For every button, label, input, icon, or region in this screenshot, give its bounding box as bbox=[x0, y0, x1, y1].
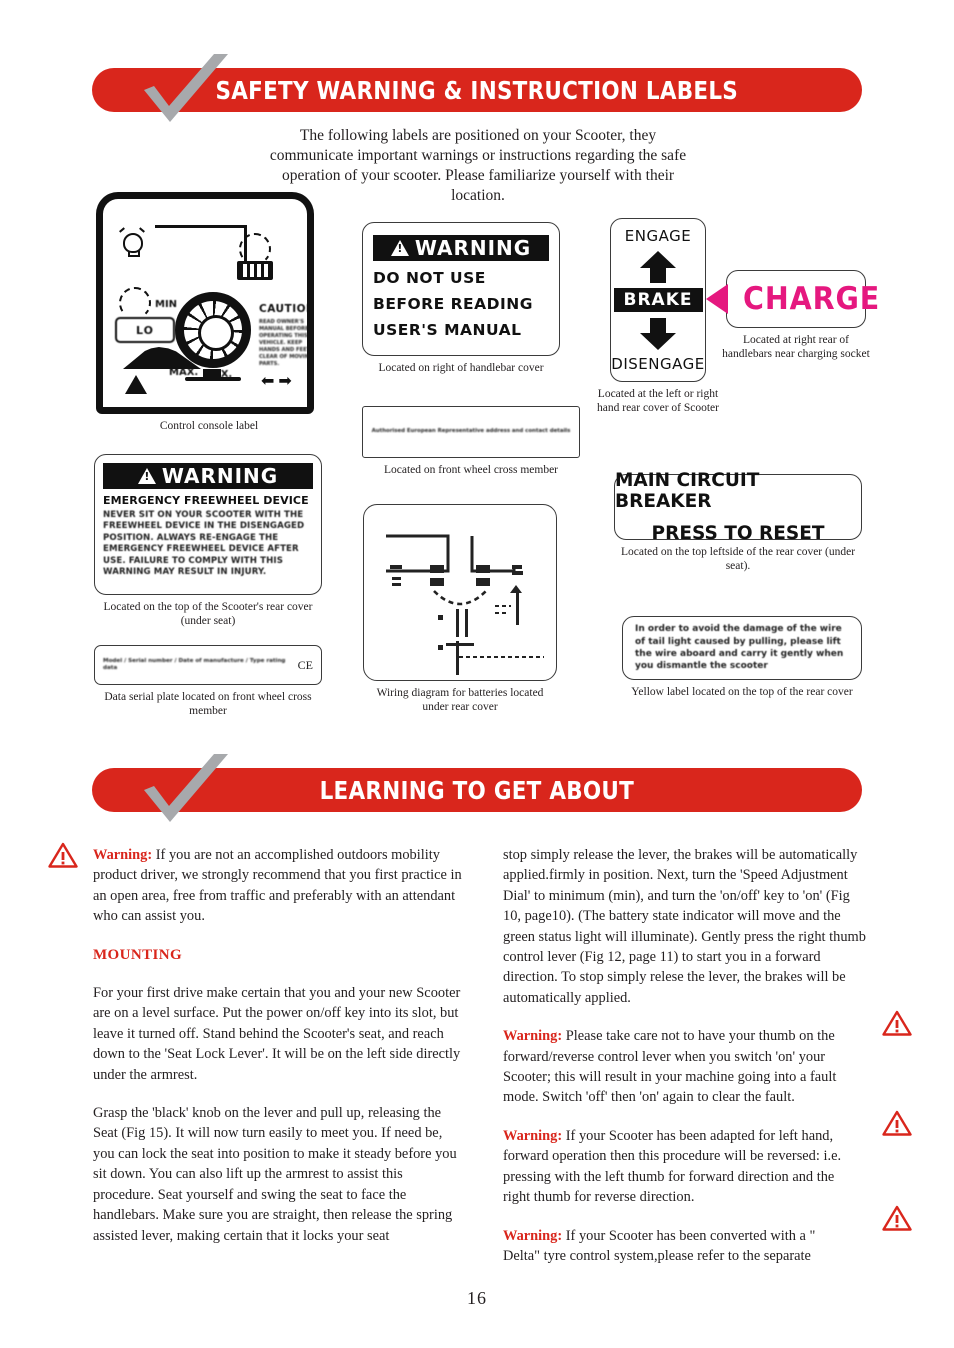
warning-triangle-icon bbox=[137, 468, 156, 484]
left-arrow-icon bbox=[705, 284, 728, 314]
arrow-down-icon bbox=[640, 317, 676, 350]
tail-light-text: In order to avoid the damage of the wire… bbox=[635, 624, 844, 672]
section-banner-learning: LEARNING TO GET ABOUT bbox=[92, 768, 862, 812]
warning-label: Warning: bbox=[93, 847, 153, 863]
warning-label: Warning: bbox=[503, 1028, 563, 1045]
arrow-up-icon bbox=[640, 250, 676, 283]
label-do-not-use: WARNING DO NOT USE BEFORE READING USER'S… bbox=[362, 222, 560, 356]
section-banner-safety: SAFETY WARNING & INSTRUCTION LABELS bbox=[92, 68, 862, 112]
warning-header-bar: WARNING bbox=[373, 235, 549, 261]
freewheel-warning-header-text: WARNING bbox=[161, 464, 279, 488]
left-paragraph-1: For your first drive make certain that y… bbox=[93, 985, 461, 1083]
figure-tail-light: In order to avoid the damage of the wire… bbox=[622, 616, 862, 699]
caution-title: CAUTION bbox=[259, 303, 314, 315]
do-not-use-line-1: DO NOT USE bbox=[373, 269, 486, 287]
page-number: 16 bbox=[467, 1288, 487, 1308]
battery-icon bbox=[237, 261, 273, 280]
bulb-icon bbox=[123, 233, 143, 257]
left-right-arrows-icon: ⬅➡ bbox=[261, 371, 296, 390]
engage-text: ENGAGE bbox=[624, 227, 692, 245]
alert-triangle-icon bbox=[882, 1205, 912, 1231]
warning-label: Warning: bbox=[503, 1227, 563, 1244]
front-cross-member-text: Authorised European Representative addre… bbox=[371, 428, 571, 435]
right-warning-1: Warning: Please take care not to have yo… bbox=[503, 1026, 843, 1108]
label-front-cross-member: Authorised European Representative addre… bbox=[362, 406, 580, 458]
circuit-breaker-line-1: MAIN CIRCUIT BREAKER bbox=[615, 470, 760, 512]
freewheel-title: EMERGENCY FREEWHEEL DEVICE bbox=[103, 494, 309, 507]
right-warning-3: Warning: If your Scooter has been conver… bbox=[503, 1226, 843, 1267]
warning-triangle-icon bbox=[390, 240, 409, 256]
warning-header-text: WARNING bbox=[414, 236, 532, 260]
speed-dial-graphic bbox=[175, 292, 251, 368]
control-console-artwork: LO MIN MAX. MAX. CAUTION READ OWNER'S MA… bbox=[96, 192, 314, 414]
do-not-use-line-3: USER'S MANUAL bbox=[373, 321, 522, 339]
label-engage-brake: ENGAGE BRAKE DISENGAGE bbox=[610, 218, 706, 382]
left-column: Warning: If you are not an accomplished … bbox=[93, 845, 465, 1264]
label-charge: CHARGE bbox=[705, 270, 879, 328]
label-wiring-diagram bbox=[363, 504, 557, 681]
caption-data-plate: Data serial plate located on front wheel… bbox=[104, 691, 312, 717]
do-not-use-line-2: BEFORE READING bbox=[373, 295, 533, 313]
caption-do-not-use: Located on right of handlebar cover bbox=[378, 362, 544, 374]
charge-text: CHARGE bbox=[742, 281, 881, 317]
freewheel-warning-header-bar: WARNING bbox=[103, 463, 313, 489]
right-column: stop simply release the lever, the brake… bbox=[503, 845, 870, 1284]
section-title-safety: SAFETY WARNING & INSTRUCTION LABELS bbox=[215, 75, 739, 105]
freewheel-body: NEVER SIT ON YOUR SCOOTER WITH THE FREEW… bbox=[103, 510, 305, 578]
circuit-breaker-line-2: PRESS TO RESET bbox=[651, 523, 825, 544]
figure-charge: CHARGE Located at right rear of handleba… bbox=[705, 270, 879, 361]
caution-body: READ OWNER'S MANUAL BEFORE OPERATING THI… bbox=[259, 319, 314, 367]
figure-engage-brake: ENGAGE BRAKE DISENGAGE Located at the le… bbox=[597, 218, 719, 415]
wiring-diagram-graphic bbox=[386, 534, 544, 675]
label-data-plate: Model / Serial number / Date of manufact… bbox=[94, 645, 322, 685]
alert-triangle-icon bbox=[48, 842, 78, 868]
ce-mark: CE bbox=[297, 657, 313, 672]
figure-do-not-use: WARNING DO NOT USE BEFORE READING USER'S… bbox=[362, 222, 560, 375]
label-circuit-breaker: MAIN CIRCUIT BREAKER PRESS TO RESET bbox=[614, 470, 862, 544]
caption-front-cross-member: Located on front wheel cross member bbox=[383, 464, 559, 476]
caption-freewheel: Located on the top of the Scooter's rear… bbox=[103, 601, 313, 627]
caption-wiring-diagram: Wiring diagram for batteries located und… bbox=[376, 687, 544, 713]
figure-data-plate: Model / Serial number / Date of manufact… bbox=[94, 645, 322, 718]
figure-freewheel-warning: WARNING EMERGENCY FREEWHEEL DEVICE NEVER… bbox=[94, 454, 322, 628]
section-title-learning: LEARNING TO GET ABOUT bbox=[319, 775, 635, 805]
left-paragraph-2: Grasp the 'black' knob on the lever and … bbox=[93, 1105, 457, 1244]
data-plate-text: Model / Serial number / Date of manufact… bbox=[103, 657, 286, 671]
right-warning-2: Warning: If your Scooter has been adapte… bbox=[503, 1126, 843, 1208]
figure-front-cross-member: Authorised European Representative addre… bbox=[362, 406, 580, 477]
mounting-subheading: MOUNTING bbox=[93, 946, 183, 963]
label-freewheel-warning: WARNING EMERGENCY FREEWHEEL DEVICE NEVER… bbox=[94, 454, 322, 595]
figure-control-console: LO MIN MAX. MAX. CAUTION READ OWNER'S MA… bbox=[96, 192, 322, 433]
alert-triangle-icon bbox=[882, 1110, 912, 1136]
brake-text: BRAKE bbox=[613, 288, 703, 312]
caption-tail-light: Yellow label located on the top of the r… bbox=[631, 686, 853, 698]
dial-min-label: MIN bbox=[155, 299, 178, 310]
figure-wiring-diagram: Wiring diagram for batteries located und… bbox=[363, 504, 557, 714]
figure-circuit-breaker: MAIN CIRCUIT BREAKER PRESS TO RESET Loca… bbox=[614, 470, 862, 573]
caption-charge: Located at right rear of handlebars near… bbox=[722, 334, 870, 360]
right-paragraph-1: stop simply release the lever, the brake… bbox=[503, 847, 866, 1006]
warning-label: Warning: bbox=[503, 1127, 563, 1144]
alert-triangle-icon bbox=[882, 1010, 912, 1036]
label-tail-light: In order to avoid the damage of the wire… bbox=[622, 616, 862, 680]
caption-engage-brake: Located at the left or right hand rear c… bbox=[597, 388, 719, 414]
intro-paragraph: The following labels are positioned on y… bbox=[269, 127, 687, 204]
disengage-text: DISENGAGE bbox=[611, 355, 705, 373]
caption-control-console: Control console label bbox=[159, 420, 259, 432]
caption-circuit-breaker: Located on the top leftside of the rear … bbox=[620, 546, 856, 572]
horn-button-graphic bbox=[203, 369, 221, 380]
left-warning-paragraph: Warning: If you are not an accomplished … bbox=[93, 845, 465, 927]
hazard-triangle-icon bbox=[125, 375, 147, 394]
speed-gauge-arc bbox=[119, 287, 151, 319]
speed-lo-badge: LO bbox=[115, 317, 175, 343]
